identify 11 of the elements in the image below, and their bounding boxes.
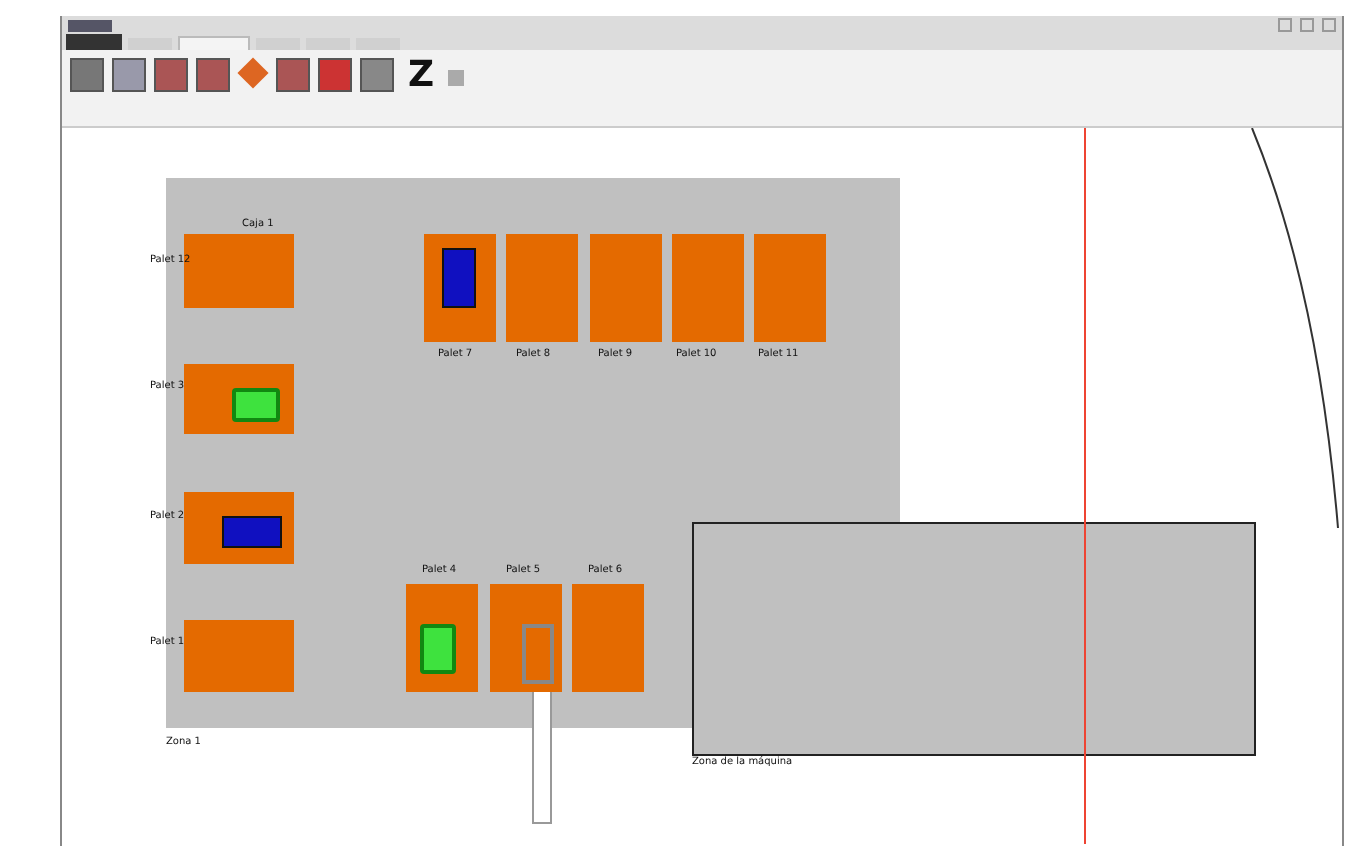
ribbon-tab[interactable] [356,38,400,50]
quick-access-icon[interactable] [68,19,112,31]
minimize-icon[interactable] [1278,18,1292,32]
z-tool-button[interactable]: Z [402,58,441,92]
ribbon-tab[interactable] [178,36,250,50]
load-block [442,248,476,308]
maximize-icon[interactable] [1300,18,1314,32]
load-outline [522,624,554,684]
load-block [222,516,282,548]
ribbon-tab[interactable] [306,38,350,50]
close-icon[interactable] [1322,18,1336,32]
